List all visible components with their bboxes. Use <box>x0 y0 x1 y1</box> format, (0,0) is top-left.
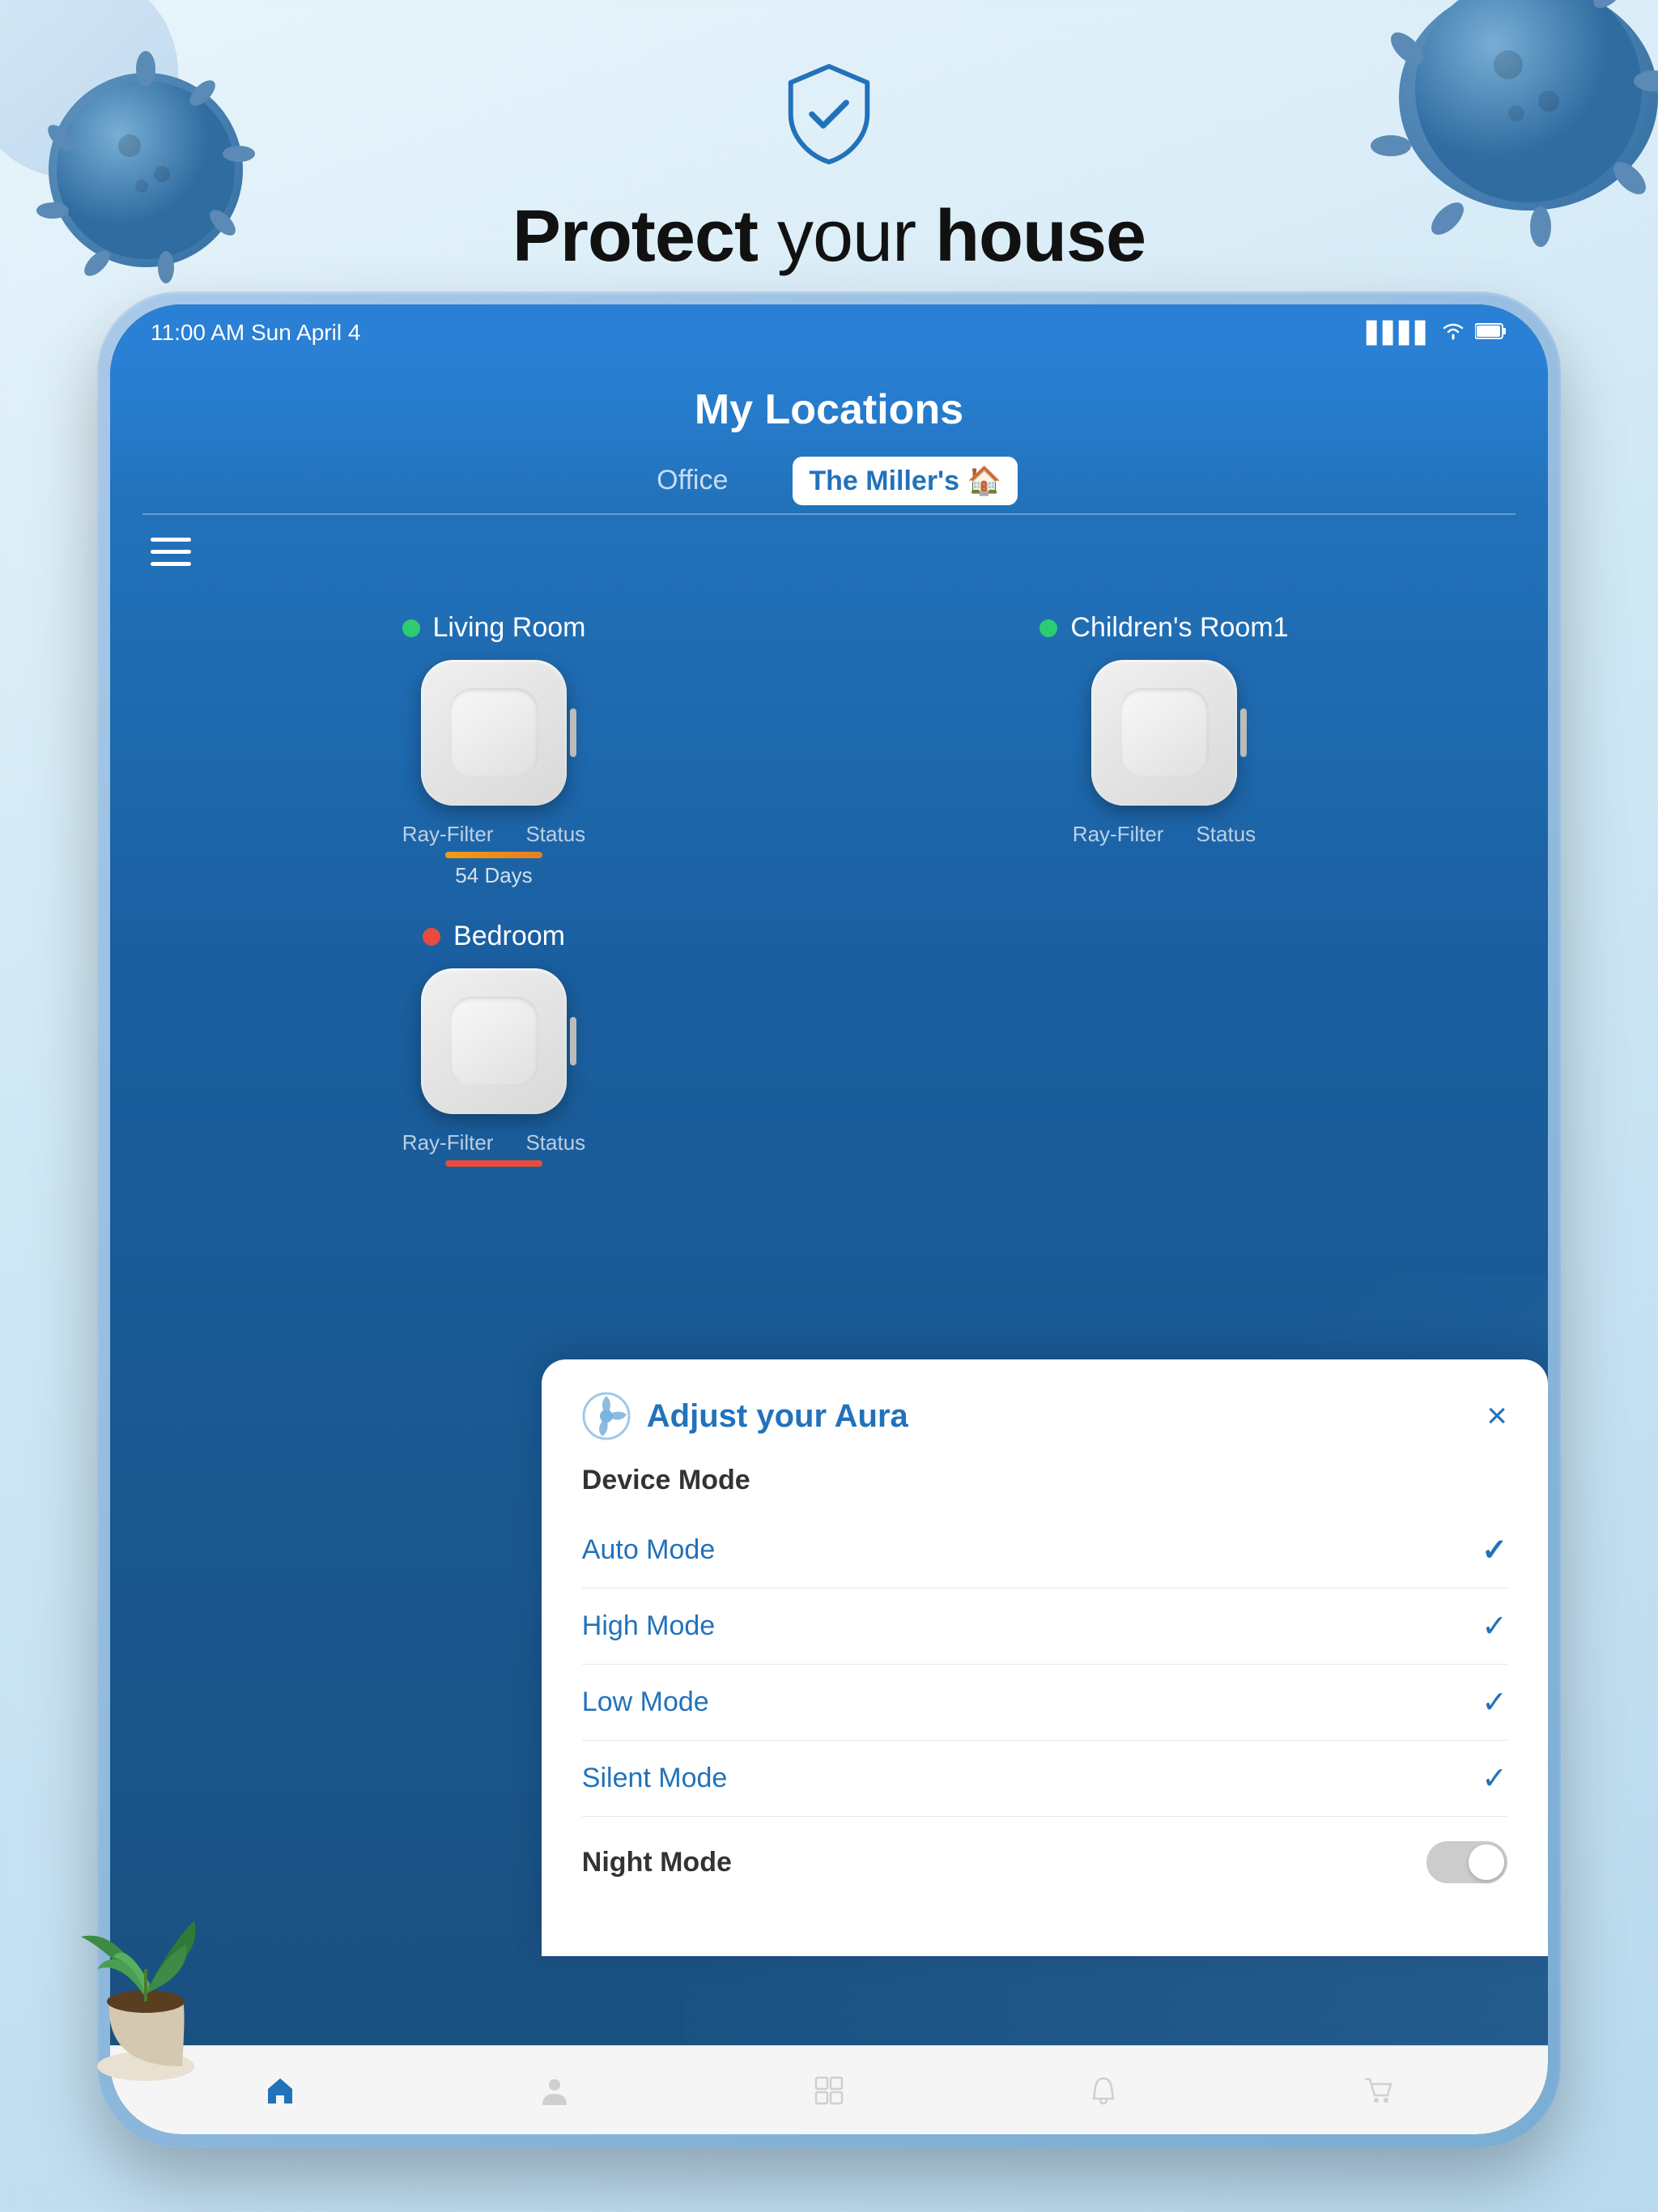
filter-info-bedroom: Ray-Filter Status <box>402 1130 585 1155</box>
mode-check-auto: ✓ <box>1482 1532 1507 1568</box>
mode-check-low: ✓ <box>1482 1684 1507 1721</box>
mode-check-high: ✓ <box>1482 1608 1507 1644</box>
mode-label-auto: Auto Mode <box>582 1534 715 1566</box>
room-card-childrens-room[interactable]: Children's Room1 Ray-Filter Status <box>829 596 1499 904</box>
status-label: Status <box>1196 822 1256 847</box>
modal-title-row: Adjust your Aura <box>582 1392 908 1440</box>
status-dot-green <box>1039 619 1057 637</box>
room-card-living-room[interactable]: Living Room Ray-Filter Status 54 Da <box>159 596 829 904</box>
menu-button[interactable] <box>151 538 191 566</box>
mode-option-high[interactable]: High Mode ✓ <box>582 1589 1507 1665</box>
room-card-bedroom[interactable]: Bedroom Ray-Filter Status <box>159 904 829 1183</box>
status-dot-green <box>402 619 420 637</box>
device-unit-living <box>421 660 567 806</box>
filter-bar-red <box>445 1160 542 1167</box>
status-label: Status <box>525 822 585 847</box>
header-section: Protect your house <box>0 0 1658 340</box>
filter-bar-wrap-red <box>445 1160 542 1167</box>
mode-check-silent: ✓ <box>1482 1760 1507 1797</box>
mode-option-silent[interactable]: Silent Mode ✓ <box>582 1741 1507 1817</box>
bottom-tab-cart[interactable] <box>1362 2074 1394 2107</box>
bottom-tab-bar <box>110 2045 1548 2134</box>
app-title: My Locations <box>142 385 1516 434</box>
room-label-row: Living Room <box>402 612 586 644</box>
bottom-tab-person[interactable] <box>538 2074 571 2107</box>
bottom-tab-grid[interactable] <box>813 2074 845 2107</box>
shield-icon <box>780 62 878 171</box>
mode-label-high: High Mode <box>582 1610 715 1642</box>
room-name-bedroom: Bedroom <box>453 921 565 952</box>
tablet-device: 11:00 AM Sun April 4 ▋▋▋▋ <box>97 291 1561 2147</box>
filter-bar-yellow <box>445 852 542 858</box>
menu-bar-1 <box>151 538 191 542</box>
status-dot-red <box>423 928 440 946</box>
night-mode-toggle[interactable] <box>1426 1841 1507 1883</box>
status-label: Status <box>525 1130 585 1155</box>
modal-header: Adjust your Aura × <box>582 1392 1507 1440</box>
device-side-bar <box>570 1017 576 1066</box>
filter-info-children: Ray-Filter Status <box>1073 822 1256 847</box>
modal-close-button[interactable]: × <box>1486 1396 1507 1436</box>
tab-millers[interactable]: The Miller's 🏠 <box>793 457 1017 505</box>
ray-filter-label: Ray-Filter <box>402 822 494 847</box>
device-unit-children <box>1091 660 1237 806</box>
mode-option-auto[interactable]: Auto Mode ✓ <box>582 1512 1507 1589</box>
mode-option-low[interactable]: Low Mode ✓ <box>582 1665 1507 1741</box>
mode-label-silent: Silent Mode <box>582 1763 728 1794</box>
room-label-row: Children's Room1 <box>1039 612 1288 644</box>
night-mode-row: Night Mode <box>582 1817 1507 1908</box>
aura-icon <box>582 1392 631 1440</box>
mode-label-low: Low Mode <box>582 1687 709 1718</box>
device-inner <box>1120 688 1209 777</box>
location-tabs: Office The Miller's 🏠 <box>142 457 1516 505</box>
device-side-bar <box>570 708 576 757</box>
tab-office[interactable]: Office <box>640 457 744 505</box>
modal-title: Adjust your Aura <box>647 1398 908 1435</box>
room-name-children: Children's Room1 <box>1070 612 1288 644</box>
app-content: Living Room Ray-Filter Status 54 Da <box>110 505 1548 2045</box>
device-unit-bedroom <box>421 968 567 1114</box>
filter-bar-wrap: 54 Days <box>445 852 542 888</box>
toggle-knob <box>1469 1844 1504 1880</box>
room-name-living: Living Room <box>433 612 586 644</box>
bottom-tab-home[interactable] <box>264 2074 296 2107</box>
menu-bar-3 <box>151 562 191 566</box>
tablet-screen: 11:00 AM Sun April 4 ▋▋▋▋ <box>110 304 1548 2134</box>
device-mode-section-title: Device Mode <box>582 1465 1507 1496</box>
plant-decoration <box>65 1840 227 2082</box>
ray-filter-label: Ray-Filter <box>402 1130 494 1155</box>
room-label-row: Bedroom <box>423 921 565 952</box>
filter-info-living: Ray-Filter Status <box>402 822 585 847</box>
rooms-grid: Living Room Ray-Filter Status 54 Da <box>110 515 1548 1215</box>
bottom-tab-bell[interactable] <box>1087 2074 1120 2107</box>
filter-days: 54 Days <box>445 863 542 888</box>
menu-bar-2 <box>151 550 191 554</box>
adjust-modal: Adjust your Aura × Device Mode Auto Mode… <box>542 1359 1548 1956</box>
night-mode-label: Night Mode <box>582 1847 732 1878</box>
device-side-bar <box>1240 708 1247 757</box>
device-inner <box>449 688 538 777</box>
page-hero-title: Protect your house <box>512 195 1146 279</box>
app-header: My Locations Office The Miller's 🏠 <box>110 361 1548 505</box>
ray-filter-label: Ray-Filter <box>1073 822 1164 847</box>
device-inner <box>449 997 538 1086</box>
